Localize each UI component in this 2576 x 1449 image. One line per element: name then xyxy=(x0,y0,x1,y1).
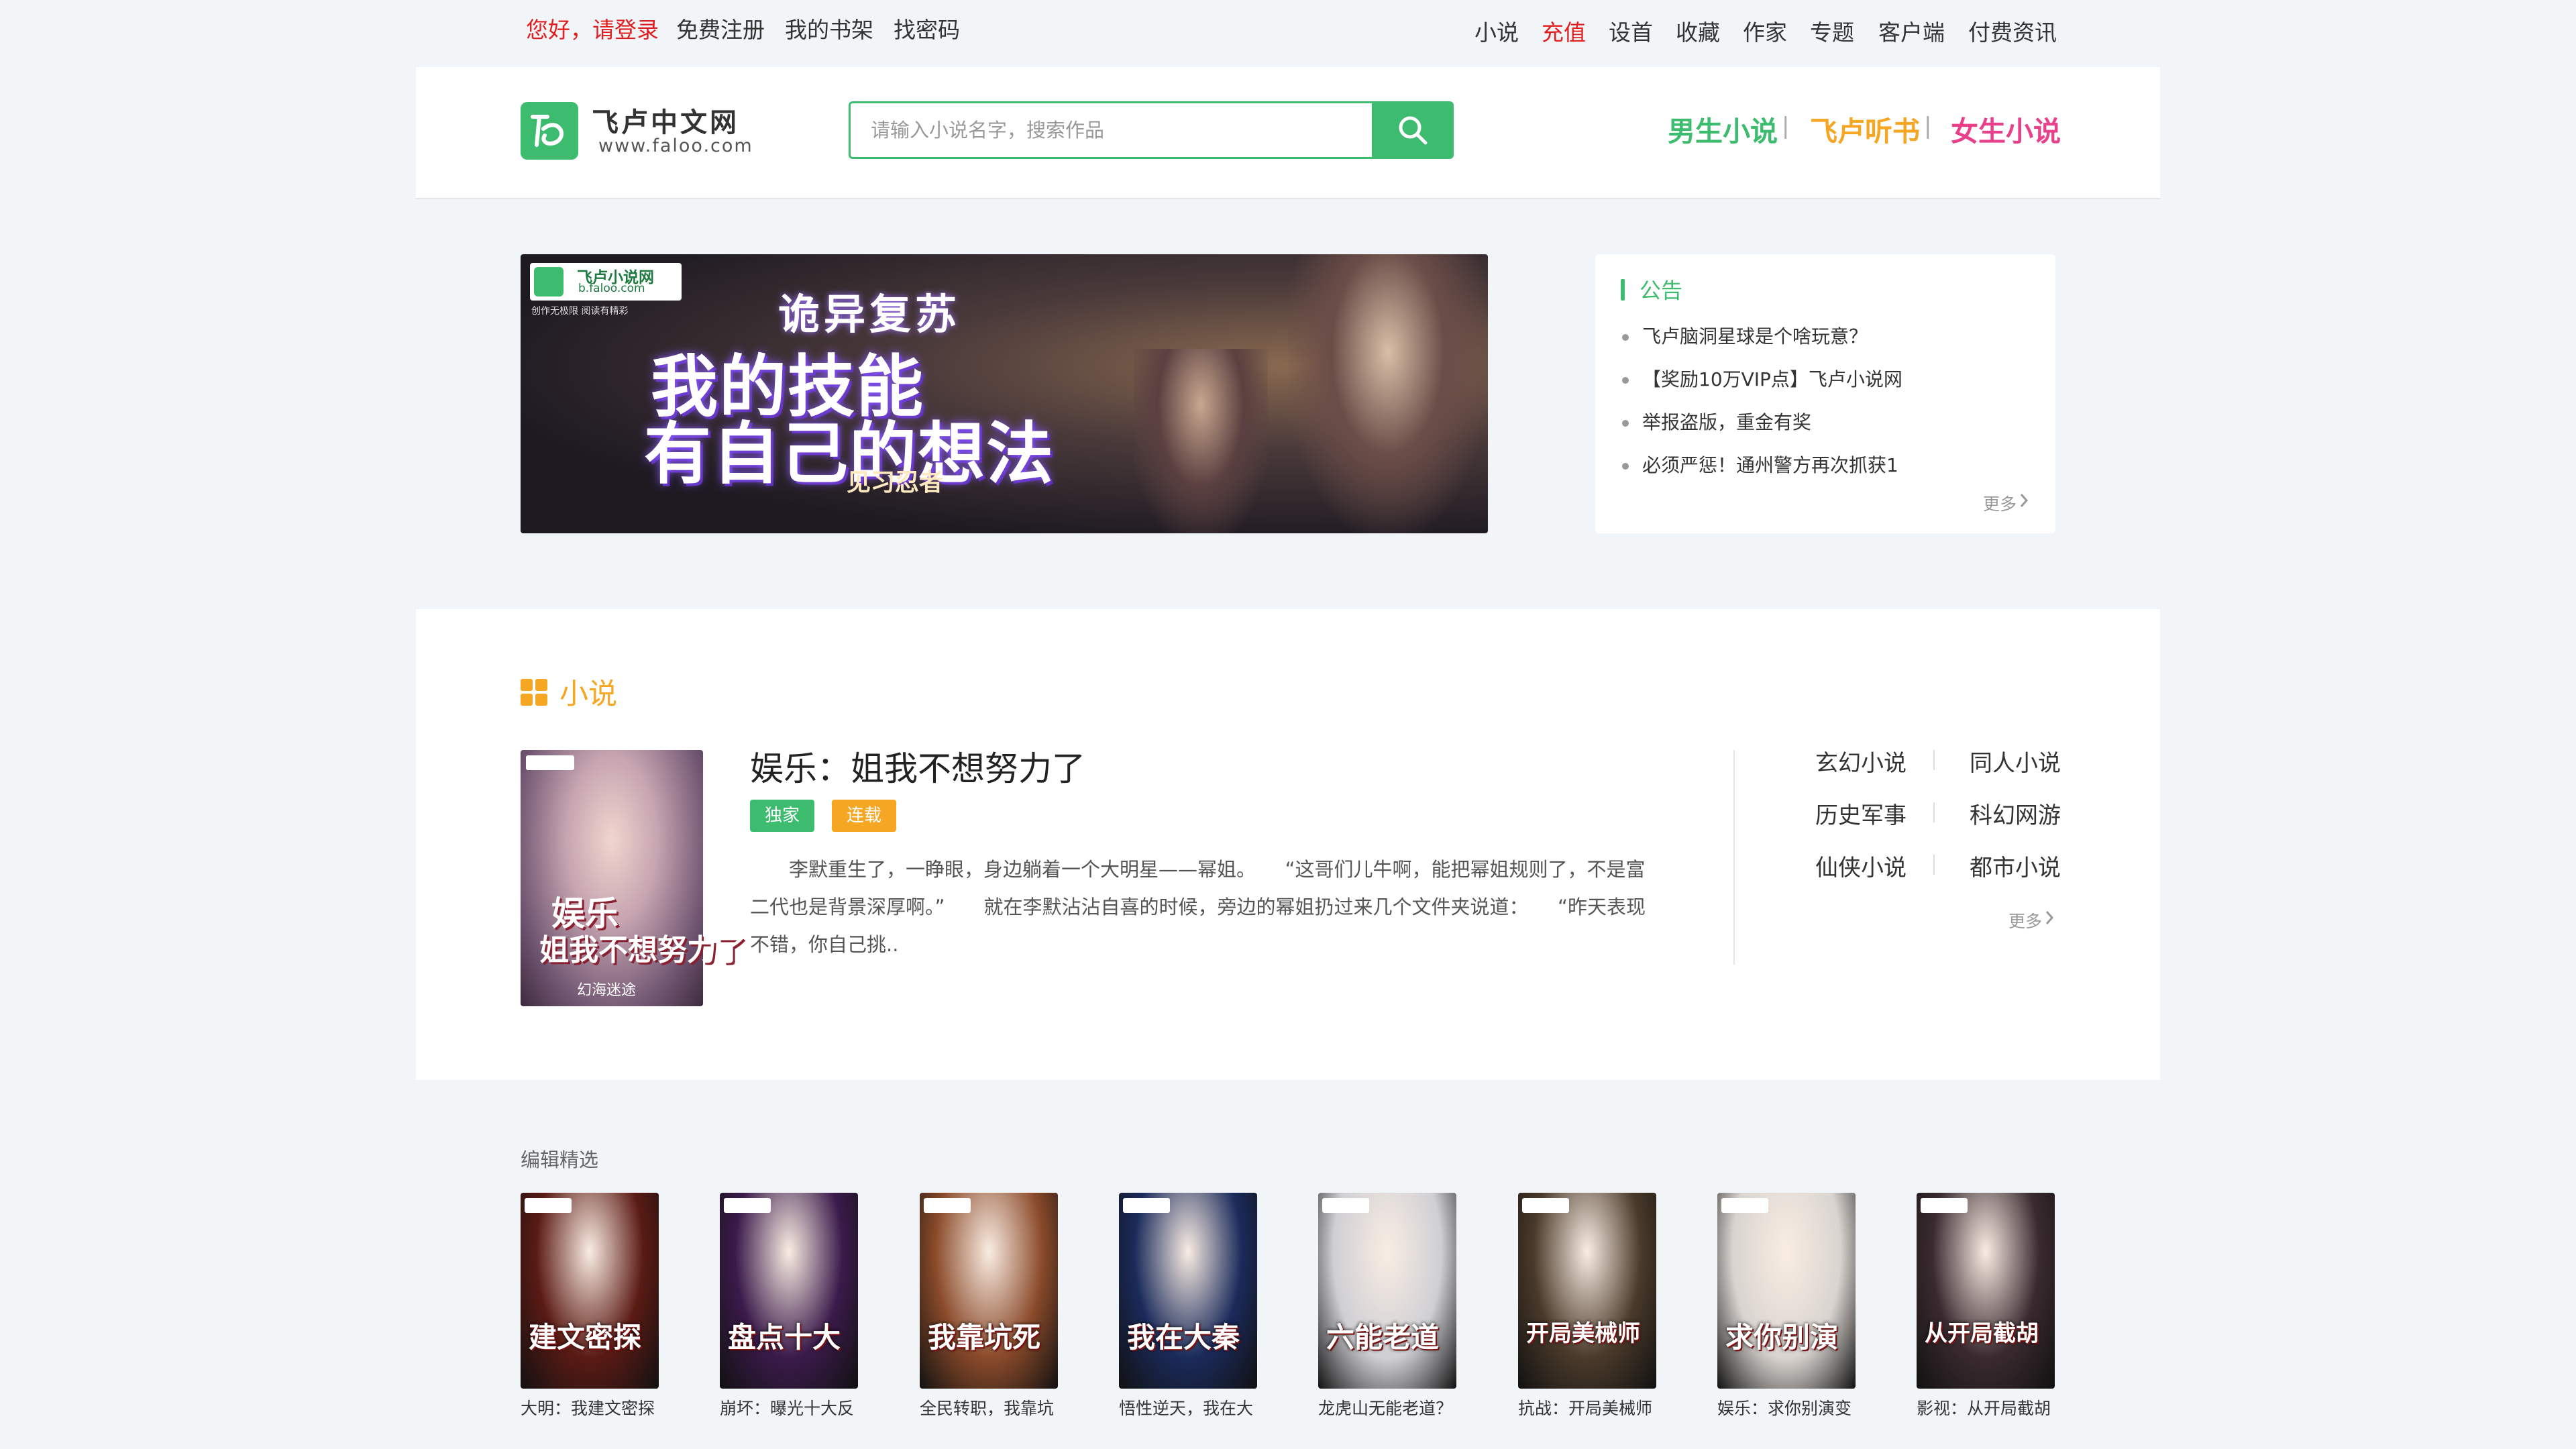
nav-recharge[interactable]: 充值 xyxy=(1542,15,1586,47)
pick-caption[interactable]: 大明：我建文密探 xyxy=(521,1395,655,1419)
notice-item[interactable]: 必须严惩！通州警方再次抓获1 xyxy=(1642,451,1898,478)
book-description: 李默重生了，一睁眼，身边躺着一个大明星——幂姐。 “这哥们儿牛啊，能把幂姐规则了… xyxy=(750,858,1646,956)
pick-caption[interactable]: 全民转职，我靠坑 xyxy=(920,1395,1054,1419)
pick-caption[interactable]: 影视：从开局截胡 xyxy=(1917,1395,2051,1419)
cover-logo xyxy=(1921,1198,1968,1213)
banner-slogan: 创作无极限 阅读有精彩 xyxy=(531,306,629,317)
chevron-right-icon xyxy=(2045,911,2054,924)
bullet-icon xyxy=(1622,463,1629,470)
bullet-icon xyxy=(1622,420,1629,427)
notice-item[interactable]: 举报盗版，重金有奖 xyxy=(1642,408,1811,435)
nav-favorite[interactable]: 收藏 xyxy=(1676,15,1720,47)
serializing-tag: 连载 xyxy=(832,800,897,832)
category-link[interactable]: 仙侠小说 xyxy=(1815,849,1907,882)
pick-caption[interactable]: 娱乐：求你别演变 xyxy=(1717,1395,1851,1419)
cover-logo xyxy=(1322,1198,1369,1213)
category-link[interactable]: 都市小说 xyxy=(1970,849,2061,882)
category-link[interactable]: 玄幻小说 xyxy=(1815,745,1907,777)
notice-item[interactable]: 【奖励10万VIP点】飞卢小说网 xyxy=(1642,365,1902,392)
pick-caption[interactable]: 悟性逆天，我在大 xyxy=(1119,1395,1253,1419)
category-more-link[interactable]: 更多 xyxy=(2008,908,2042,932)
pick-cover-title: 盘点十大 xyxy=(728,1321,841,1354)
chevron-right-icon xyxy=(2020,494,2029,507)
category-link[interactable]: 同人小说 xyxy=(1970,745,2061,777)
pick-cover-title: 从开局截胡 xyxy=(1925,1320,2039,1347)
pick-cover-title: 开局美械师 xyxy=(1526,1320,1640,1347)
top-nav: 您好，请登录 免费注册 我的书架 找密码 小说 充值 设首 收藏 作家 专题 客… xyxy=(0,0,2576,67)
search-input[interactable] xyxy=(849,101,1372,159)
notice-more-link[interactable]: 更多 xyxy=(1983,491,2017,515)
nav-topic[interactable]: 专题 xyxy=(1810,15,1854,47)
category-link[interactable]: 历史军事 xyxy=(1815,797,1907,830)
pick-caption[interactable]: 龙虎山无能老道？ xyxy=(1318,1395,1452,1419)
pick-caption[interactable]: 崩坏：曝光十大反 xyxy=(720,1395,854,1419)
pick-cover[interactable] xyxy=(720,1193,858,1389)
bullet-icon xyxy=(1622,334,1629,341)
female-novel-link[interactable]: 女生小说 xyxy=(1951,109,2061,149)
pick-cover-title: 我靠坑死 xyxy=(928,1321,1041,1354)
banner-logo-url: b.faloo.com xyxy=(578,282,645,295)
login-link[interactable]: 您好，请登录 xyxy=(526,12,659,44)
bullet-icon xyxy=(1622,377,1629,384)
grid-icon xyxy=(521,679,549,707)
pick-cover[interactable] xyxy=(1318,1193,1456,1389)
nav-separator: | xyxy=(1782,113,1790,140)
cover-logo xyxy=(724,1198,771,1213)
audiobook-link[interactable]: 飞卢听书 xyxy=(1810,109,1920,149)
pick-cover-title: 我在大秦 xyxy=(1127,1321,1240,1354)
cover-logo xyxy=(1123,1198,1170,1213)
category-link[interactable]: 科幻网游 xyxy=(1970,797,2061,830)
notice-title: 公告 xyxy=(1640,278,1683,303)
male-novel-link[interactable]: 男生小说 xyxy=(1668,109,1778,149)
pick-caption[interactable]: 抗战：开局美械师 xyxy=(1518,1395,1652,1419)
editor-picks-title: 编辑精选 xyxy=(521,1148,599,1171)
nav-paid-news[interactable]: 付费资讯 xyxy=(1968,15,2057,47)
divider xyxy=(1933,802,1935,822)
pick-cover-title: 建文密探 xyxy=(529,1321,642,1354)
pick-cover-title: 六能老道 xyxy=(1326,1321,1440,1354)
nav-novel[interactable]: 小说 xyxy=(1474,15,1519,47)
divider xyxy=(1933,750,1935,770)
divider xyxy=(1933,855,1935,875)
pick-cover[interactable] xyxy=(1717,1193,1856,1389)
pick-cover[interactable] xyxy=(1518,1193,1656,1389)
divider xyxy=(1733,750,1735,965)
pick-cover[interactable] xyxy=(920,1193,1058,1389)
section-title: 小说 xyxy=(559,678,617,711)
cover-logo xyxy=(1721,1198,1768,1213)
banner-art xyxy=(1134,349,1268,533)
banner-art xyxy=(1288,254,1488,533)
pick-cover[interactable] xyxy=(1119,1193,1257,1389)
cover-title-line2: 姐我不想努力了 xyxy=(539,933,746,967)
search-icon xyxy=(1399,116,1428,145)
cover-author: 幻海迷途 xyxy=(577,982,637,999)
notice-item[interactable]: 飞卢脑洞星球是个啥玩意？ xyxy=(1642,322,1868,349)
exclusive-tag: 独家 xyxy=(750,800,815,832)
notice-accent xyxy=(1621,279,1625,301)
cover-logo xyxy=(526,755,574,770)
find-password-link[interactable]: 找密码 xyxy=(894,12,960,44)
cover-logo xyxy=(1522,1198,1569,1213)
cover-logo xyxy=(924,1198,971,1213)
pick-cover-title: 求你别演 xyxy=(1725,1321,1839,1354)
pick-cover[interactable] xyxy=(1917,1193,2055,1389)
logo-name[interactable]: 飞卢中文网 xyxy=(592,101,739,140)
nav-client[interactable]: 客户端 xyxy=(1878,15,1945,47)
banner-author: 见习忍者 xyxy=(847,469,944,496)
nav-author[interactable]: 作家 xyxy=(1743,15,1787,47)
nav-set-home[interactable]: 设首 xyxy=(1609,15,1653,47)
register-link[interactable]: 免费注册 xyxy=(676,12,765,44)
pick-cover[interactable] xyxy=(521,1193,659,1389)
cover-logo xyxy=(525,1198,572,1213)
search-button[interactable] xyxy=(1372,101,1454,159)
logo-icon[interactable] xyxy=(521,102,578,160)
logo-url: www.faloo.com xyxy=(598,136,753,156)
bookshelf-link[interactable]: 我的书架 xyxy=(785,12,873,44)
book-title[interactable]: 娱乐：姐我不想努力了 xyxy=(750,742,1085,790)
nav-separator: | xyxy=(1924,113,1932,140)
